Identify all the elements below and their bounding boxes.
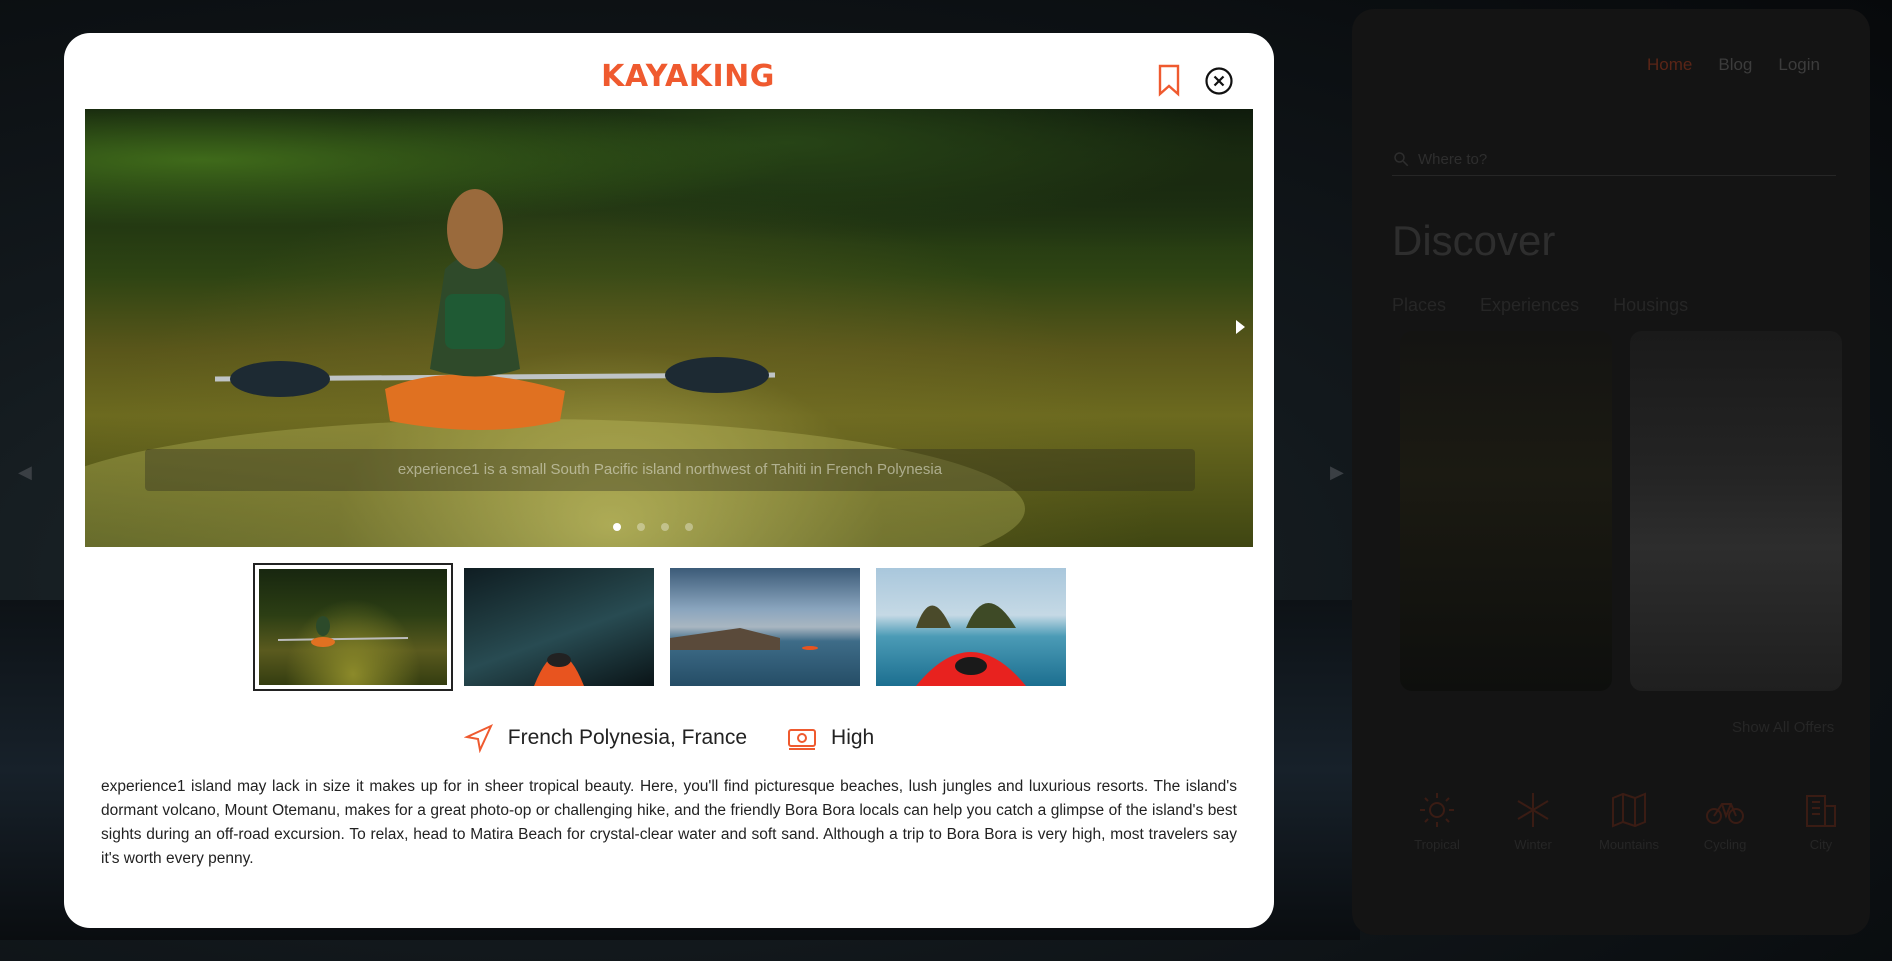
carousel-indicators bbox=[613, 523, 693, 531]
background-card-winter bbox=[1630, 331, 1842, 691]
thumbnail-cliff-sea bbox=[670, 628, 818, 650]
tab-housings: Housings bbox=[1613, 295, 1689, 315]
background-side-panel: Home Blog Login Where to? Discover Place… bbox=[1352, 9, 1870, 935]
tab-places: Places bbox=[1392, 295, 1447, 315]
experience-info: French Polynesia, France High bbox=[64, 723, 1274, 753]
experience-modal: KAYAKING experience1 is a small South Pa… bbox=[64, 33, 1274, 928]
price-info: High bbox=[787, 723, 874, 753]
chevron-right-icon[interactable] bbox=[1233, 317, 1247, 337]
thumbnail-kayak-bow bbox=[534, 653, 584, 686]
background-tabs: Places Experiences Housings bbox=[1392, 295, 1688, 316]
hero-caption: experience1 is a small South Pacific isl… bbox=[145, 449, 1195, 491]
thumbnail-kayaker-illustration bbox=[277, 616, 409, 647]
category-city: City bbox=[1788, 787, 1854, 852]
category-label: Cycling bbox=[1703, 837, 1747, 852]
location-text: French Polynesia, France bbox=[507, 726, 748, 749]
nav-blog: Blog bbox=[1718, 55, 1753, 74]
carousel-dot[interactable] bbox=[685, 523, 693, 531]
tab-experiences: Experiences bbox=[1480, 295, 1580, 315]
carousel-dot[interactable] bbox=[613, 523, 621, 531]
money-icon bbox=[788, 729, 817, 750]
location-arrow-icon bbox=[463, 723, 493, 753]
bookmark-icon[interactable] bbox=[1154, 63, 1184, 97]
background-next-arrow: ▶ bbox=[1330, 462, 1344, 482]
bicycle-icon bbox=[1706, 803, 1744, 824]
category-winter: Winter bbox=[1500, 787, 1566, 852]
category-mountains: Mountains bbox=[1596, 787, 1662, 852]
background-prev-arrow: ◀ bbox=[18, 462, 32, 482]
sun-icon bbox=[1420, 793, 1454, 827]
show-all-offers-link: Show All Offers bbox=[1732, 719, 1835, 736]
background-search: Where to? bbox=[1392, 143, 1836, 176]
category-cycling: Cycling bbox=[1692, 787, 1758, 852]
carousel-dot[interactable] bbox=[661, 523, 669, 531]
discover-title: Discover bbox=[1392, 217, 1556, 264]
thumbnail-4[interactable] bbox=[876, 568, 1066, 686]
price-text: High bbox=[831, 726, 875, 749]
modal-title: KAYAKING bbox=[601, 59, 775, 94]
thumbnail-strip bbox=[253, 563, 1066, 691]
location-info: French Polynesia, France bbox=[463, 723, 748, 753]
background-nav: Home Blog Login bbox=[1647, 55, 1820, 75]
map-icon bbox=[1612, 792, 1646, 828]
background-card-kayaking bbox=[1400, 331, 1612, 691]
category-label: Tropical bbox=[1414, 837, 1460, 852]
nav-login: Login bbox=[1778, 55, 1820, 74]
nav-home: Home bbox=[1647, 55, 1693, 74]
close-icon[interactable] bbox=[1204, 66, 1234, 96]
thumbnail-2[interactable] bbox=[464, 568, 654, 686]
category-label: Winter bbox=[1514, 837, 1552, 852]
category-label: City bbox=[1809, 837, 1833, 852]
search-placeholder: Where to? bbox=[1418, 150, 1488, 168]
category-label: Mountains bbox=[1599, 837, 1659, 852]
hero-image-carousel[interactable]: experience1 is a small South Pacific isl… bbox=[85, 109, 1253, 547]
carousel-dot[interactable] bbox=[637, 523, 645, 531]
snowflake-icon bbox=[1517, 793, 1549, 827]
thumbnail-islands-kayak bbox=[916, 603, 1026, 686]
building-icon bbox=[1806, 795, 1836, 827]
experience-description: experience1 island may lack in size it m… bbox=[101, 778, 1237, 867]
thumbnail-3[interactable] bbox=[670, 568, 860, 686]
thumbnail-1[interactable] bbox=[253, 563, 453, 691]
category-tropical: Tropical bbox=[1404, 787, 1470, 852]
search-icon bbox=[1394, 152, 1409, 167]
background-categories: Tropical Winter Mountains Cycling City bbox=[1404, 787, 1854, 852]
